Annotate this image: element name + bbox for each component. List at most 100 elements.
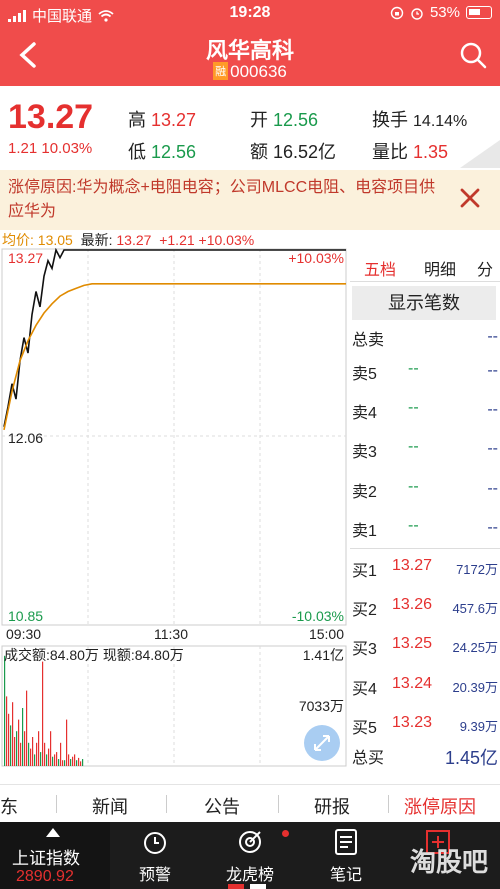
alarm-clock-icon	[144, 832, 166, 854]
info-tabs: 东 新闻 公告 研报 涨停原因	[0, 784, 500, 822]
volume-max-label: 1.41亿	[302, 647, 344, 663]
nav-notes[interactable]: 笔记	[326, 822, 366, 889]
turnover-rate: 换手 14.14%	[372, 110, 468, 130]
volume-ratio: 量比 1.35	[372, 142, 449, 162]
volume-bar	[58, 759, 60, 766]
pct-label-bottom: -10.03%	[291, 608, 344, 624]
orderbook-tabs: 五档 明细 分	[350, 250, 500, 282]
intraday-summary: 均价: 13.05 最新: 13.27 +1.21 +10.03%	[2, 232, 255, 248]
low-price: 低 12.56	[128, 142, 197, 162]
active-indicator	[228, 884, 244, 889]
index-name: 上证指数	[12, 849, 80, 868]
volume-bar	[60, 742, 62, 766]
volume-bar	[16, 731, 18, 766]
volume-bar	[54, 754, 56, 766]
current-price: 13.27	[8, 98, 94, 136]
sell-row: 卖5 -- --	[352, 360, 498, 383]
target-icon	[239, 831, 261, 853]
volume-bar	[44, 742, 46, 766]
y-label-top: 13.27	[8, 250, 44, 266]
x-label-noon: 11:30	[154, 626, 188, 642]
volume-bar	[38, 731, 40, 766]
tab-divider	[56, 795, 57, 813]
top-header: 中国联通 19:28 53% 风华高科 融 000636	[0, 0, 500, 86]
volume-bar	[80, 761, 82, 766]
order-book: 五档 明细 分 显示笔数 总卖 -- 卖5 -- -- 卖4 -- -- 卖3 -- -- 卖…	[350, 250, 500, 770]
open-price: 开 12.56	[250, 110, 319, 130]
volume-bar	[12, 702, 14, 766]
corner-fold-icon[interactable]	[460, 140, 500, 168]
volume-bar	[40, 752, 42, 766]
sell-row: 卖4 -- --	[352, 399, 498, 422]
volume-bar	[18, 719, 20, 766]
rotation-lock-icon	[390, 6, 404, 19]
volume-bar	[70, 759, 72, 766]
volume-bar	[48, 748, 50, 766]
page-indicator	[250, 884, 266, 889]
nav-alert[interactable]: 预警	[130, 822, 180, 889]
price-line	[3, 247, 346, 427]
watermark: 淘股吧	[409, 847, 488, 877]
tab-east[interactable]: 东	[0, 793, 18, 819]
nav-alert-label: 预警	[138, 867, 171, 884]
search-icon[interactable]	[458, 40, 488, 70]
buy-row: 买1 13.27 7172万	[352, 557, 498, 580]
battery-icon	[466, 6, 492, 19]
limit-up-reason-banner: 涨停原因:华为概念+电阻电容；公司MLCC电阻、电容项目供应华为	[0, 170, 500, 230]
tab-divider	[166, 795, 167, 813]
buy-row: 买4 13.24 20.39万	[352, 675, 498, 698]
volume-bar	[50, 731, 52, 766]
tab-announcements[interactable]: 公告	[204, 793, 240, 819]
buy-row: 买5 13.23 9.39万	[352, 714, 498, 737]
tab-news[interactable]: 新闻	[92, 793, 128, 819]
change-value: 1.21	[8, 140, 38, 157]
volume-bar	[82, 759, 84, 766]
volume-bar	[42, 661, 44, 766]
x-label-close: 15:00	[308, 626, 344, 642]
volume-bar	[74, 754, 76, 766]
volume-bar	[36, 742, 38, 766]
y-label-bottom: 10.85	[8, 608, 44, 624]
buy-row: 买3 13.25 24.25万	[352, 635, 498, 658]
volume-bar	[20, 742, 22, 766]
volume-bar	[46, 754, 48, 766]
tab-limit-up-reason[interactable]: 涨停原因	[404, 793, 476, 819]
total-buy-row: 总买 1.45亿	[352, 748, 498, 768]
y-label-mid: 12.06	[8, 430, 44, 446]
quote-panel: 13.27 1.21 10.03% 高 13.27 低 12.56 开 12.5…	[0, 88, 500, 168]
fullscreen-icon[interactable]	[303, 724, 341, 762]
sell-row: 卖3 -- --	[352, 438, 498, 461]
index-ticker[interactable]: 上证指数 2890.92	[0, 822, 110, 889]
tab-minute[interactable]: 分	[470, 250, 500, 281]
intraday-chart[interactable]: 13.27 12.06 10.85 +10.03% -10.03% 09:30 …	[0, 247, 348, 768]
tab-five-levels[interactable]: 五档	[350, 250, 410, 281]
volume-bar	[30, 748, 32, 766]
index-value: 2890.92	[16, 868, 74, 885]
volume-bar	[6, 696, 8, 766]
volume-bar	[4, 655, 6, 766]
volume-bar	[62, 760, 64, 766]
volume-bar	[32, 737, 34, 766]
nav-dragon-tiger[interactable]: 龙虎榜	[222, 822, 289, 889]
average-line	[3, 283, 346, 431]
tab-details[interactable]: 明细	[410, 250, 470, 281]
volume-bar	[66, 719, 68, 766]
margin-badge: 融	[213, 62, 229, 80]
volume-bar	[34, 754, 36, 766]
show-count-button[interactable]: 显示笔数	[352, 286, 496, 320]
orderbook-divider	[350, 548, 500, 549]
bottom-nav: 上证指数 2890.92 预警 龙虎榜 笔记 淘股吧	[0, 822, 500, 889]
stock-code: 000636	[230, 62, 287, 81]
tab-research[interactable]: 研报	[314, 793, 350, 819]
volume-bar	[64, 760, 66, 766]
sell-row: 卖1 -- --	[352, 517, 498, 540]
volume-bar	[72, 756, 74, 766]
close-icon[interactable]	[458, 186, 482, 210]
tab-divider	[388, 795, 389, 813]
volume-bar	[76, 760, 78, 766]
x-label-open: 09:30	[6, 626, 42, 642]
high-price: 高 13.27	[128, 110, 197, 130]
stock-name: 风华高科	[205, 38, 294, 63]
trade-amount: 额 16.52亿	[250, 142, 337, 162]
volume-mid-label: 7033万	[298, 698, 344, 714]
